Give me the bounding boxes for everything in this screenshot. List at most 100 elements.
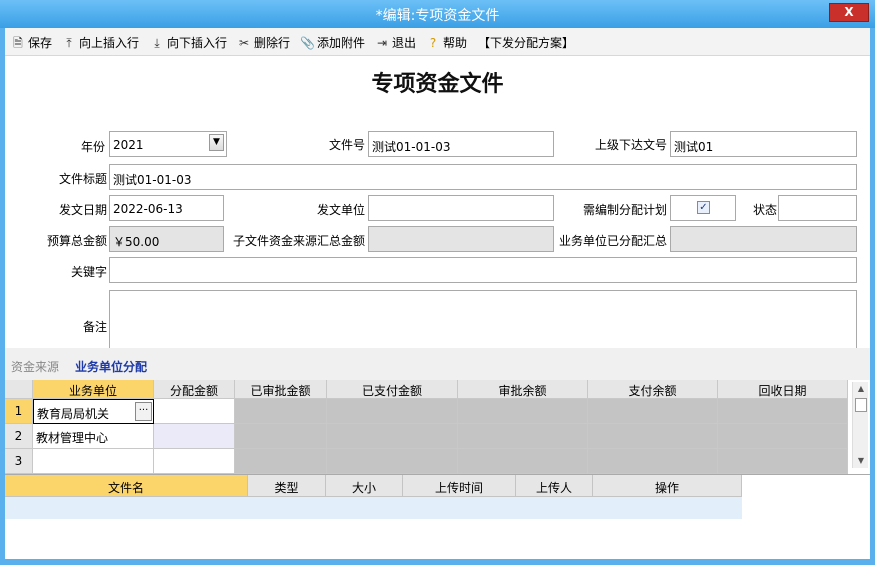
- save-label: 保存: [28, 36, 53, 50]
- scroll-thumb[interactable]: [855, 398, 867, 412]
- need-plan-cell: ✓: [670, 195, 736, 221]
- scroll-down-icon[interactable]: ▼: [853, 454, 869, 468]
- attachment-table: 文件名 类型 大小 上传时间 上传人 操作: [5, 474, 870, 559]
- unit-cell-editing[interactable]: 教育局局机关 ···: [33, 399, 154, 424]
- budget-total-field: ￥50.00: [109, 226, 224, 252]
- year-value: 2021: [113, 138, 144, 152]
- readonly-cell: [718, 449, 848, 474]
- distribute-plan-button[interactable]: 【下发分配方案】: [478, 34, 574, 50]
- insert-below-icon: ⤓: [154, 36, 160, 50]
- insert-below-button[interactable]: ⤓ 向下插入行: [150, 34, 227, 50]
- column-header[interactable]: 已审批金额: [235, 380, 327, 399]
- insert-above-button[interactable]: ⤒ 向上插入行: [62, 34, 139, 50]
- readonly-cell: [235, 424, 327, 449]
- row-number: 1: [5, 399, 33, 424]
- help-label: 帮助: [443, 36, 468, 50]
- readonly-cell: [588, 449, 718, 474]
- save-button[interactable]: 🗎 保存: [11, 34, 52, 50]
- year-select[interactable]: 2021 ▼: [109, 131, 227, 157]
- exit-button[interactable]: ⇥ 退出: [375, 34, 416, 50]
- allocation-grid: 业务单位 分配金额 已审批金额 已支付金额 审批余额 支付余额 回收日期 1 教…: [5, 380, 865, 474]
- tab-unit-allocation[interactable]: 业务单位分配: [75, 358, 147, 375]
- readonly-cell: [458, 449, 588, 474]
- column-header[interactable]: 审批余额: [458, 380, 588, 399]
- doc-title-field[interactable]: 测试01-01-03: [109, 164, 857, 190]
- keywords-label: 关键字: [70, 265, 107, 279]
- column-header[interactable]: 文件名: [5, 475, 248, 497]
- add-attachment-button[interactable]: 📎 添加附件: [300, 34, 365, 50]
- readonly-cell: [718, 424, 848, 449]
- column-header[interactable]: 操作: [593, 475, 742, 497]
- amount-cell[interactable]: [154, 449, 235, 474]
- need-plan-checkbox[interactable]: ✓: [697, 201, 710, 214]
- dialog-body: 🗎 保存 ⤒ 向上插入行 ⤓ 向下插入行 ✂ 删除行 📎 添加附件 ⇥ 退出 ? 帮助 【下发…: [5, 28, 870, 559]
- doc-no-label: 文件号: [328, 138, 365, 152]
- status-label: 状态: [752, 203, 777, 217]
- year-label: 年份: [80, 140, 105, 154]
- add-attachment-label: 添加附件: [317, 36, 366, 50]
- paperclip-icon: 📎: [300, 36, 315, 50]
- chevron-down-icon[interactable]: ▼: [209, 134, 224, 151]
- unit-cell[interactable]: 教材管理中心: [33, 424, 154, 449]
- doc-no-field[interactable]: 测试01-01-03: [368, 131, 554, 157]
- readonly-cell: [327, 449, 458, 474]
- close-button[interactable]: X: [829, 3, 869, 22]
- readonly-cell: [718, 399, 848, 424]
- page-title: 专项资金文件: [371, 72, 504, 97]
- column-header[interactable]: 上传时间: [403, 475, 516, 497]
- need-plan-label: 需编制分配计划: [582, 203, 667, 217]
- delete-row-label: 删除行: [254, 36, 291, 50]
- toolbar: 🗎 保存 ⤒ 向上插入行 ⤓ 向下插入行 ✂ 删除行 📎 添加附件 ⇥ 退出 ? 帮助 【下发…: [5, 28, 870, 56]
- row-number: 3: [5, 449, 33, 474]
- parent-doc-no-label: 上级下达文号: [594, 138, 667, 152]
- amount-cell[interactable]: [154, 424, 235, 449]
- title-bar: *编辑:专项资金文件 X: [0, 0, 875, 28]
- unit-value: 教育局局机关: [37, 407, 110, 421]
- issue-date-field[interactable]: 2022-06-13: [109, 195, 224, 221]
- readonly-cell: [458, 424, 588, 449]
- column-header[interactable]: 回收日期: [718, 380, 848, 399]
- readonly-cell: [327, 424, 458, 449]
- remarks-label: 备注: [82, 320, 107, 334]
- budget-total-label: 预算总金额: [46, 234, 107, 248]
- grid-corner: [5, 380, 33, 399]
- scroll-up-icon[interactable]: ▲: [853, 382, 869, 396]
- help-button[interactable]: ? 帮助: [426, 34, 467, 50]
- readonly-cell: [588, 424, 718, 449]
- exit-icon: ⇥: [376, 36, 388, 50]
- document-form: 专项资金文件 年份 2021 ▼ 文件号 测试01-01-03 上级下达文号 测…: [5, 56, 870, 376]
- table-row[interactable]: [5, 497, 742, 519]
- issuer-field[interactable]: [368, 195, 554, 221]
- amount-cell[interactable]: [154, 399, 235, 424]
- column-header[interactable]: 大小: [326, 475, 403, 497]
- readonly-cell: [235, 449, 327, 474]
- ellipsis-button[interactable]: ···: [135, 402, 152, 421]
- column-header[interactable]: 业务单位: [33, 380, 154, 399]
- column-header[interactable]: 分配金额: [154, 380, 235, 399]
- save-icon: 🗎: [13, 36, 23, 50]
- grid-scrollbar[interactable]: ▲ ▼: [852, 382, 868, 468]
- window-title: *编辑:专项资金文件: [375, 8, 500, 24]
- readonly-cell: [458, 399, 588, 424]
- keywords-field[interactable]: [109, 257, 857, 283]
- tab-funding-source[interactable]: 资金来源: [11, 358, 59, 375]
- delete-row-icon: ✂: [238, 36, 250, 50]
- column-header[interactable]: 已支付金额: [327, 380, 458, 399]
- readonly-cell: [327, 399, 458, 424]
- column-header[interactable]: 类型: [248, 475, 326, 497]
- unit-cell[interactable]: [33, 449, 154, 474]
- help-icon: ?: [429, 36, 437, 50]
- tab-bar: 资金来源 业务单位分配: [5, 348, 870, 380]
- distribute-plan-label: 【下发分配方案】: [478, 36, 575, 50]
- doc-title-label: 文件标题: [58, 172, 107, 186]
- insert-above-label: 向上插入行: [79, 36, 140, 50]
- allocated-total-field: [670, 226, 857, 252]
- parent-doc-no-field[interactable]: 测试01: [670, 131, 857, 157]
- column-header[interactable]: 上传人: [516, 475, 593, 497]
- column-header[interactable]: 支付余额: [588, 380, 718, 399]
- row-number: 2: [5, 424, 33, 449]
- readonly-cell: [235, 399, 327, 424]
- status-field[interactable]: [778, 195, 857, 221]
- issue-date-label: 发文日期: [58, 203, 107, 217]
- delete-row-button[interactable]: ✂ 删除行: [237, 34, 290, 50]
